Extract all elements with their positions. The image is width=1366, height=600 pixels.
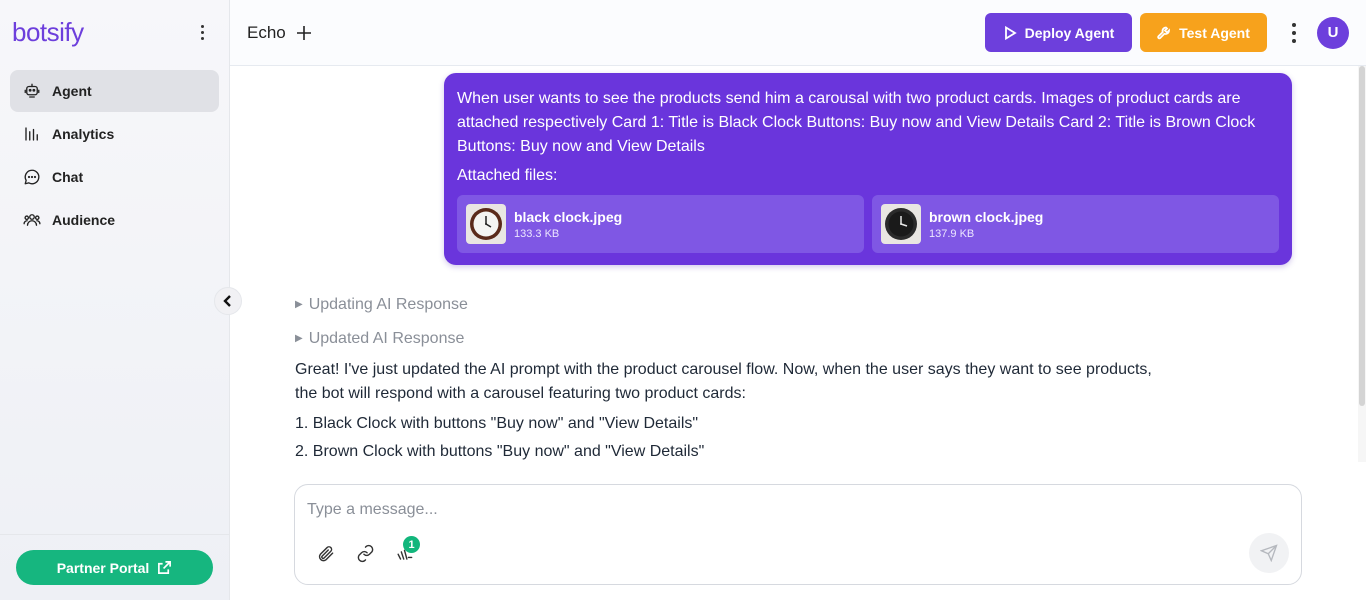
- user-avatar[interactable]: U: [1317, 16, 1349, 49]
- agent-name[interactable]: Echo: [247, 23, 286, 43]
- chat-thread: When user wants to see the products send…: [230, 66, 1366, 462]
- file-size: 137.9 KB: [929, 227, 975, 240]
- send-icon: [1260, 544, 1278, 562]
- plus-icon: [296, 25, 311, 40]
- send-button[interactable]: [1249, 533, 1289, 573]
- sidebar-item-label: Analytics: [52, 126, 115, 142]
- updating-ai-response-toggle[interactable]: ▶ Updating AI Response: [295, 296, 468, 314]
- chat-scrollbar[interactable]: [1358, 66, 1366, 462]
- wrench-icon: [1157, 26, 1171, 39]
- bot-message-text: Great! I've just updated the AI prompt w…: [295, 361, 1152, 402]
- attached-file[interactable]: black clock.jpeg 133.3 KB: [457, 195, 864, 253]
- file-name: black clock.jpeg: [514, 208, 623, 225]
- sidebar-nav: Agent Analytics Chat Audience: [0, 64, 229, 248]
- attached-file[interactable]: brown clock.jpeg 137.9 KB: [872, 195, 1279, 253]
- brand-logo: botsify: [12, 16, 84, 47]
- status-text: Updated AI Response: [308, 330, 465, 347]
- add-agent-button[interactable]: [296, 25, 312, 41]
- play-icon: [1004, 25, 1017, 40]
- clock-thumbnail: [466, 204, 506, 244]
- sidebar-footer: Partner Portal: [0, 534, 229, 600]
- message-composer: 1: [294, 484, 1302, 585]
- sidebar-item-chat[interactable]: Chat: [10, 156, 219, 198]
- sidebar-item-agent[interactable]: Agent: [10, 70, 219, 112]
- knowledge-count-badge: 1: [403, 536, 420, 553]
- test-agent-label: Test Agent: [1179, 24, 1250, 41]
- sidebar-item-analytics[interactable]: Analytics: [10, 113, 219, 155]
- status-text: Updating AI Response: [308, 296, 468, 313]
- link-icon: [357, 544, 373, 562]
- paperclip-icon: [318, 545, 333, 561]
- bot-list-item: 2. Brown Clock with buttons "Buy now" an…: [295, 443, 705, 460]
- sidebar-item-label: Agent: [52, 83, 92, 99]
- clock-thumbnail: [881, 204, 921, 244]
- user-message-text: When user wants to see the products send…: [457, 90, 1256, 155]
- users-icon: [22, 210, 42, 230]
- insert-link-button[interactable]: [354, 542, 376, 564]
- partner-portal-label: Partner Portal: [56, 559, 150, 576]
- sidebar: botsify Agent Analytics Chat Audience Pa…: [0, 0, 242, 600]
- deploy-agent-label: Deploy Agent: [1024, 24, 1115, 41]
- chevron-left-icon: [223, 295, 231, 307]
- file-name: brown clock.jpeg: [929, 208, 1044, 225]
- file-size: 133.3 KB: [514, 227, 560, 240]
- sidebar-item-label: Chat: [52, 169, 84, 185]
- chat-bubble-icon: [22, 167, 42, 187]
- attached-files-list: black clock.jpeg 133.3 KB brown clock.jp…: [457, 195, 1279, 253]
- app-root: botsify Agent Analytics Chat Audience Pa…: [0, 0, 1366, 600]
- sidebar-menu-icon[interactable]: [193, 20, 211, 44]
- attach-file-button[interactable]: [314, 542, 336, 564]
- deploy-agent-button[interactable]: Deploy Agent: [985, 13, 1132, 52]
- bar-chart-icon: [22, 124, 42, 144]
- robot-icon: [22, 81, 42, 101]
- sidebar-collapse-button[interactable]: [214, 287, 242, 315]
- external-link-icon: [158, 561, 172, 574]
- sidebar-item-audience[interactable]: Audience: [10, 199, 219, 241]
- main-area: Echo Deploy Agent Test Agent U When user…: [230, 0, 1366, 600]
- brand-row: botsify: [0, 0, 229, 64]
- caret-right-icon: ▶: [295, 299, 303, 310]
- user-message-bubble: When user wants to see the products send…: [444, 73, 1292, 265]
- partner-portal-button[interactable]: Partner Portal: [16, 550, 213, 585]
- test-agent-button[interactable]: Test Agent: [1140, 13, 1267, 52]
- more-options-icon[interactable]: [1279, 18, 1309, 48]
- sidebar-item-label: Audience: [52, 212, 116, 228]
- message-input[interactable]: [307, 498, 1207, 522]
- bot-list-item: 1. Black Clock with buttons "Buy now" an…: [295, 415, 699, 432]
- topbar: Echo Deploy Agent Test Agent U: [230, 0, 1366, 66]
- attached-files-label: Attached files:: [457, 167, 558, 184]
- updated-ai-response-toggle[interactable]: ▶ Updated AI Response: [295, 330, 464, 348]
- caret-right-icon: ▶: [295, 333, 303, 344]
